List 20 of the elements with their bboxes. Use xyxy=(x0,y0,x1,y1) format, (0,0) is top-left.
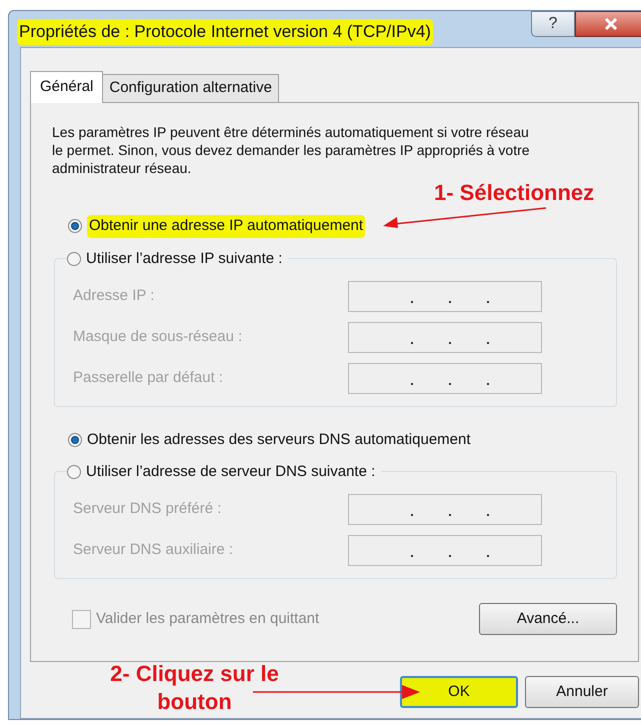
radio-label: Utiliser l’adresse IP suivante : xyxy=(86,248,282,268)
field-label: Masque de sous-réseau : xyxy=(73,326,244,347)
description-text: Les paramètres IP peuvent être déterminés automatiquement si votre réseau le permet. Sinon, vous devez demander les paramètres IP appropriés à votre administrateur réseau. xyxy=(52,123,531,177)
annotation-text: 1- Sélectionnez xyxy=(434,181,594,205)
dialog-button[interactable]: OK xyxy=(400,676,518,708)
checkbox-label: Valider les paramètres en quittant xyxy=(96,608,320,629)
field-label: Adresse IP : xyxy=(73,286,156,306)
tab[interactable]: Configuration alternative xyxy=(103,74,279,102)
field-label: Serveur DNS auxiliaire : xyxy=(73,540,234,560)
radio-label: Obtenir les adresses des serveurs DNS automatiquement xyxy=(87,430,471,450)
window-title: Propriétés de : Protocole Internet version 4 (TCP/IPv4) xyxy=(17,19,433,44)
radio-label: Obtenir une adresse IP automatiquement xyxy=(87,215,366,238)
field-label: Passerelle par défaut : xyxy=(73,368,224,388)
help-button[interactable]: ? xyxy=(531,11,575,37)
annotation-text: 2- Cliquez sur le bouton xyxy=(109,660,280,716)
tab[interactable]: Général xyxy=(30,71,104,103)
radio-label: Utiliser l’adresse de serveur DNS suivante : xyxy=(86,462,376,482)
dialog-button[interactable]: Annuler xyxy=(525,676,639,708)
field-label: Serveur DNS préféré : xyxy=(73,499,222,520)
advanced-button[interactable]: Avancé... xyxy=(479,603,617,635)
